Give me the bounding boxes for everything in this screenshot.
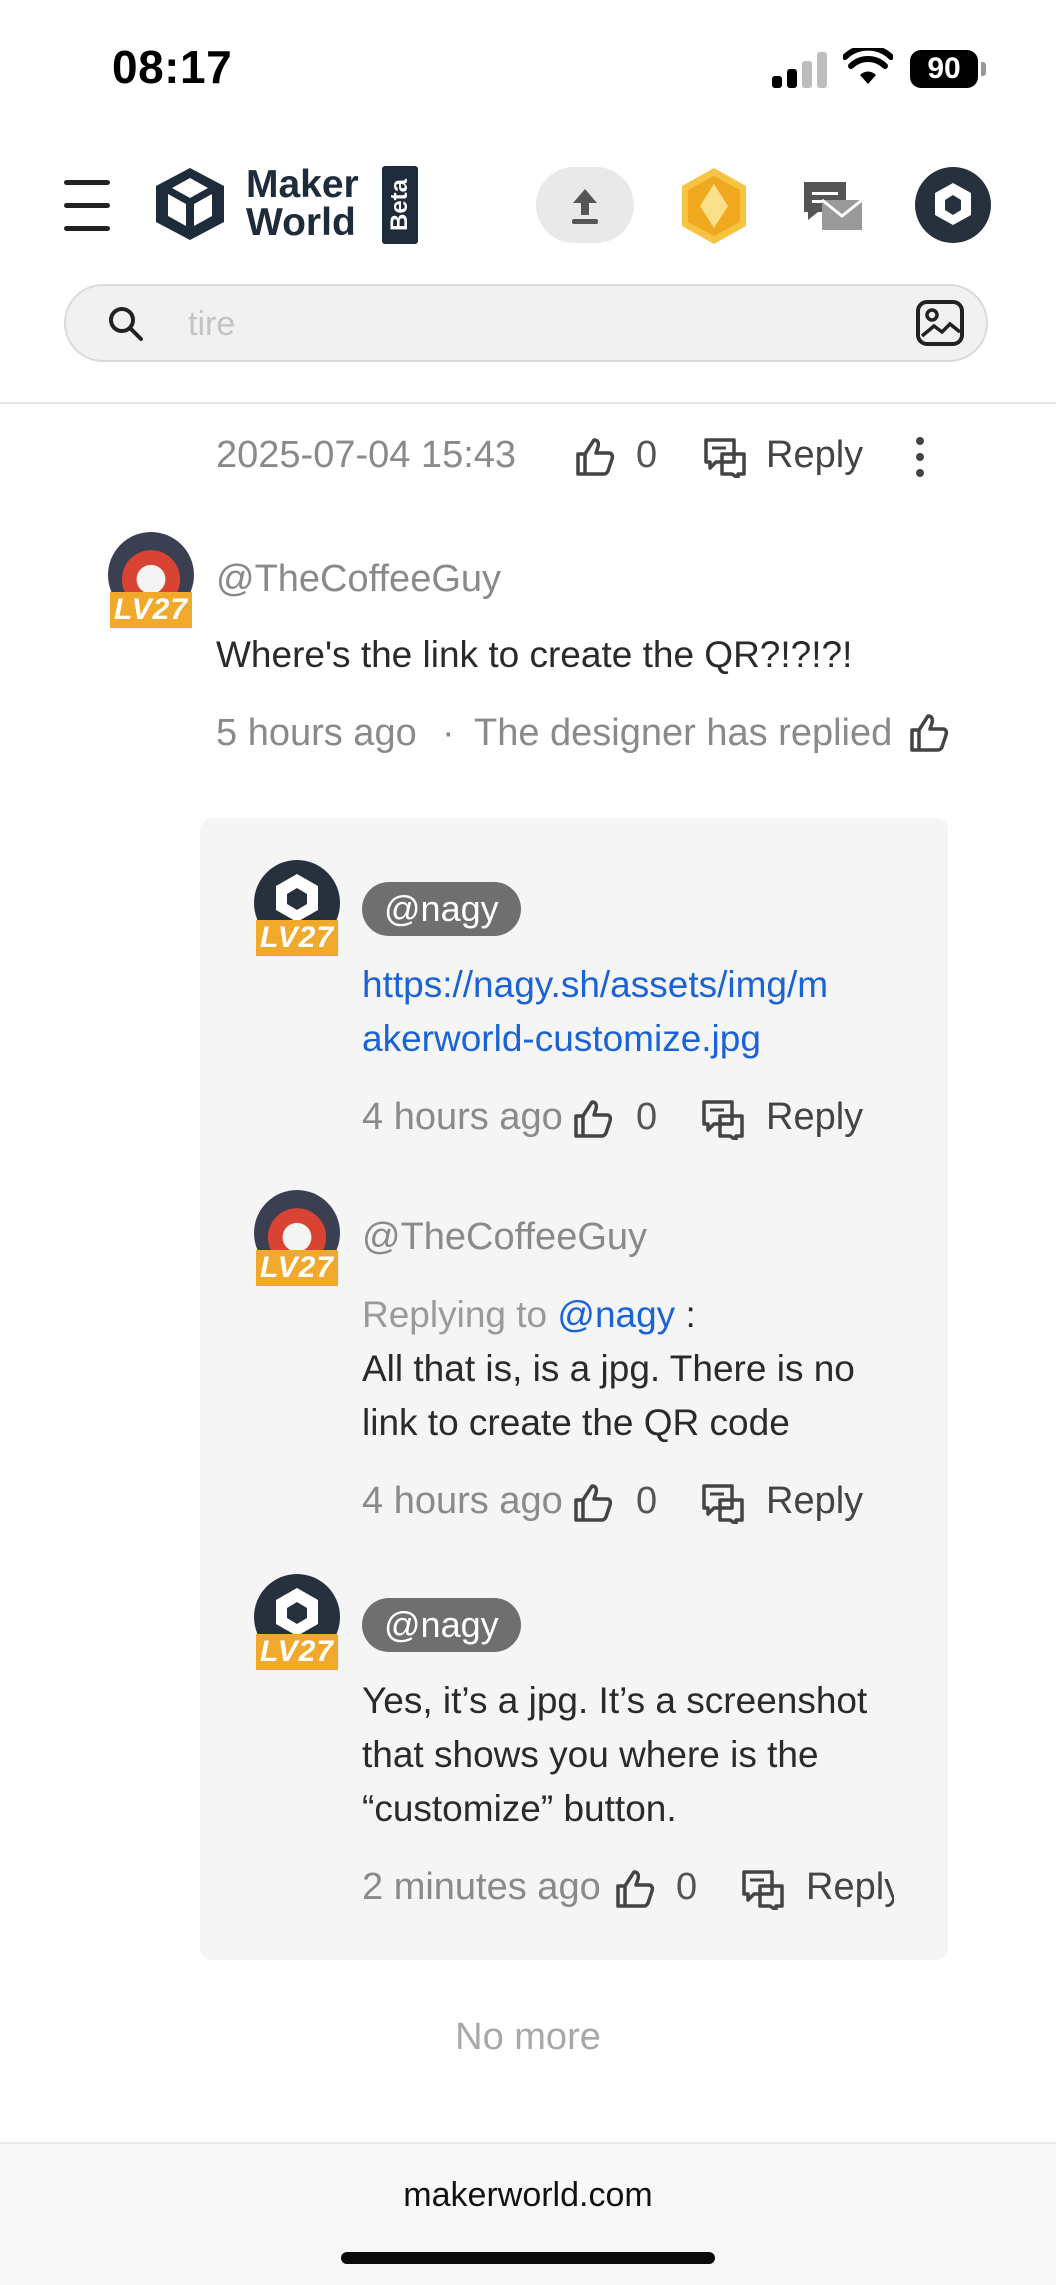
reply-button[interactable]: Reply bbox=[806, 1866, 894, 1909]
comment-username[interactable]: @TheCoffeeGuy bbox=[216, 558, 501, 601]
level-badge: LV27 bbox=[256, 920, 338, 956]
reply-link-line2[interactable]: akerworld-customize.jpg bbox=[362, 1012, 761, 1066]
beta-label: Beta bbox=[386, 178, 413, 232]
reply-text-line1: Yes, it’s a jpg. It’s a screenshot bbox=[362, 1680, 868, 1721]
battery-icon: 90 bbox=[910, 50, 978, 88]
hamburger-menu-icon[interactable] bbox=[64, 180, 110, 231]
like-count: 0 bbox=[636, 1480, 658, 1522]
reply-text-line2: that shows you where is the bbox=[362, 1734, 819, 1775]
url-domain[interactable]: makerworld.com bbox=[0, 2176, 1056, 2215]
reply-time: 4 hours ago bbox=[362, 1096, 563, 1138]
messages-icon[interactable] bbox=[800, 178, 866, 234]
upload-button[interactable] bbox=[536, 167, 634, 243]
thumbs-up-icon[interactable] bbox=[572, 1098, 614, 1140]
reply-icon[interactable] bbox=[702, 1100, 746, 1140]
thumbs-up-icon[interactable] bbox=[574, 436, 616, 478]
comment-date: 2025-07-04 15:43 bbox=[216, 434, 517, 476]
brand-line1: Maker bbox=[246, 163, 359, 206]
reply-username[interactable]: @TheCoffeeGuy bbox=[362, 1216, 647, 1259]
meta-separator: · bbox=[442, 712, 455, 754]
replying-colon: : bbox=[685, 1294, 696, 1335]
end-of-list-label: No more bbox=[455, 2016, 601, 2058]
thumbs-up-icon[interactable] bbox=[572, 1482, 614, 1524]
reply-username-pill[interactable]: @nagy bbox=[362, 882, 521, 936]
more-options-icon[interactable] bbox=[912, 436, 928, 478]
brand-line2: World bbox=[246, 201, 356, 244]
search-icon bbox=[109, 307, 143, 341]
status-time: 08:17 bbox=[112, 41, 233, 93]
reply-icon[interactable] bbox=[742, 1870, 786, 1910]
comment-time: 5 hours ago bbox=[216, 712, 417, 754]
makerworld-logo-icon[interactable] bbox=[150, 164, 230, 244]
reply-button[interactable]: Reply bbox=[766, 1480, 863, 1523]
reply-link-line1[interactable]: https://nagy.sh/assets/img/m bbox=[362, 958, 828, 1012]
reply-text-line1: All that is, is a jpg. There is no bbox=[362, 1348, 855, 1389]
like-count: 0 bbox=[636, 434, 658, 476]
thumbs-up-icon[interactable] bbox=[908, 712, 950, 754]
brand-name[interactable]: Maker World bbox=[246, 163, 359, 244]
reply-time: 4 hours ago bbox=[362, 1480, 563, 1522]
level-badge: LV27 bbox=[110, 592, 192, 628]
comment-text: Where's the link to create the QR?!?!?! bbox=[216, 634, 853, 675]
upload-icon bbox=[572, 189, 598, 224]
reply-button[interactable]: Reply bbox=[766, 434, 863, 477]
search-bar[interactable] bbox=[64, 284, 988, 362]
cellular-signal-icon bbox=[772, 52, 828, 88]
points-coin-icon[interactable] bbox=[678, 166, 750, 246]
home-indicator[interactable] bbox=[341, 2252, 715, 2264]
reply-text-line3: “customize” button. bbox=[362, 1788, 677, 1829]
beta-badge: Beta bbox=[382, 166, 418, 244]
like-count: 0 bbox=[636, 1096, 658, 1138]
header-divider bbox=[0, 402, 1056, 404]
reply-button[interactable]: Reply bbox=[766, 1096, 863, 1139]
reply-icon[interactable] bbox=[702, 1484, 746, 1524]
reply-time: 2 minutes ago bbox=[362, 1866, 601, 1908]
level-badge: LV27 bbox=[256, 1634, 338, 1670]
search-input[interactable] bbox=[186, 300, 870, 348]
replying-to-line: Replying to @nagy : bbox=[362, 1288, 696, 1342]
replying-user-link[interactable]: @nagy bbox=[557, 1294, 675, 1335]
reply-icon[interactable] bbox=[704, 438, 748, 478]
wifi-icon bbox=[843, 48, 893, 84]
battery-tip bbox=[981, 62, 986, 76]
reply-username-pill[interactable]: @nagy bbox=[362, 1598, 521, 1652]
reply-text-line2: link to create the QR code bbox=[362, 1402, 790, 1443]
user-avatar[interactable] bbox=[915, 167, 991, 243]
thumbs-up-icon[interactable] bbox=[614, 1868, 656, 1910]
designer-replied-note: The designer has replied bbox=[474, 712, 893, 754]
replying-prefix: Replying to bbox=[362, 1294, 548, 1335]
image-search-icon[interactable] bbox=[916, 300, 964, 346]
like-count: 0 bbox=[676, 1866, 698, 1908]
level-badge: LV27 bbox=[256, 1250, 338, 1286]
user-avatar-icon bbox=[935, 183, 971, 225]
